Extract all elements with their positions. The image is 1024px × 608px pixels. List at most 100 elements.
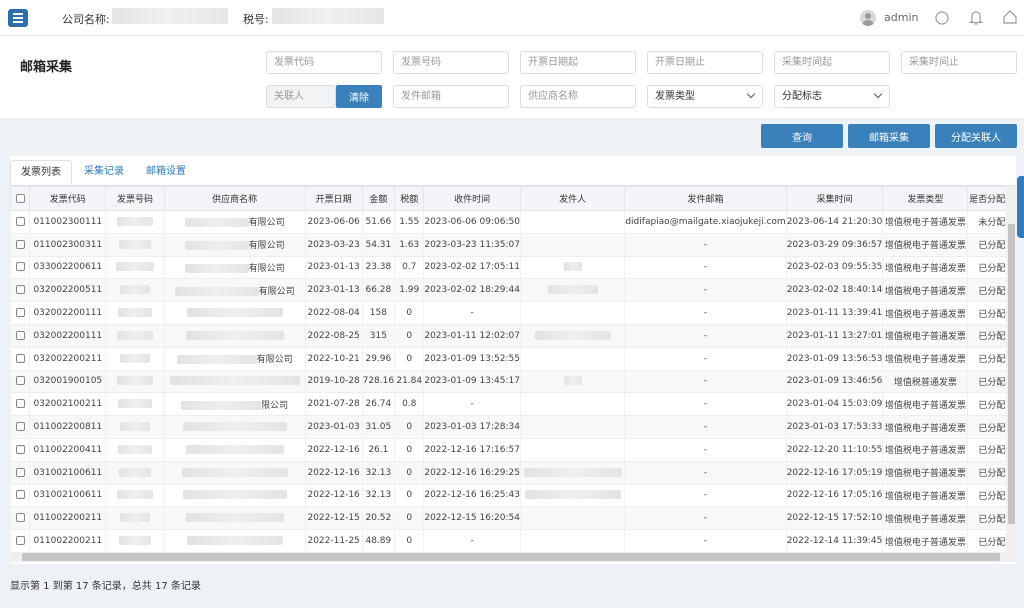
- col-header[interactable]: 金额: [361, 186, 396, 211]
- issue-date-to-input[interactable]: 开票日期止: [647, 51, 763, 74]
- assign-flag-select[interactable]: 分配标志: [774, 85, 890, 108]
- query-button[interactable]: 查询: [761, 124, 843, 148]
- table-row[interactable]: 031002100611 2022-12-16 32.13 0 2022-12-16 1…: [9, 461, 1016, 485]
- row-checkbox[interactable]: [15, 353, 25, 363]
- col-header[interactable]: 开票日期: [304, 186, 363, 211]
- sender-email-input[interactable]: 发件邮箱: [393, 85, 509, 108]
- row-checkbox[interactable]: [15, 330, 25, 340]
- row-select-cell: [9, 529, 30, 553]
- table-row[interactable]: 032002100211 限公司 2021-07-28 26.74 0.8- -2023-…: [9, 392, 1016, 417]
- collect-time-cell: 2023-01-11 13:27:01: [785, 324, 883, 348]
- table-row[interactable]: 011002200211 2022-11-25 48.89 0- -2022-12-14…: [9, 529, 1016, 553]
- table-row[interactable]: 011002200811 2023-01-03 31.05 0 2023-01-03 1…: [9, 415, 1016, 439]
- row-checkbox[interactable]: [15, 422, 25, 432]
- home-icon[interactable]: [1002, 9, 1018, 25]
- amount-cell: 54.31: [361, 233, 395, 257]
- table-row[interactable]: 032002200111 2022-08-04 158 0- -2023-01-11 1…: [9, 301, 1016, 325]
- assign-contact-button[interactable]: 分配关联人: [935, 124, 1017, 148]
- redacted-value: [118, 308, 152, 318]
- tax-cell: 0: [394, 438, 424, 462]
- row-checkbox[interactable]: [15, 308, 25, 318]
- row-checkbox[interactable]: [15, 285, 25, 295]
- invoice-type-select[interactable]: 发票类型: [647, 85, 763, 108]
- table-row[interactable]: 033002200611 有限公司 2023-01-13 23.38 0.7 2023-0…: [9, 256, 1016, 280]
- row-checkbox[interactable]: [15, 536, 25, 546]
- col-header[interactable]: 采集时间: [785, 186, 884, 211]
- bell-icon[interactable]: [968, 9, 984, 26]
- row-checkbox[interactable]: [15, 444, 25, 454]
- invoice-table: 发票代码 发票号码 供应商名称 开票日期 金额 税额 收件时间 发件人 发件邮箱…: [9, 186, 1016, 553]
- received-time-cell: -: [423, 392, 521, 417]
- row-checkbox[interactable]: [15, 239, 25, 249]
- redacted-value: [119, 239, 151, 249]
- row-select-cell: [9, 301, 30, 325]
- redacted-value: [181, 467, 288, 477]
- invoice-type-cell: 增值税电子普通发票: [882, 392, 968, 417]
- col-header[interactable]: 收件时间: [423, 186, 521, 211]
- table-row[interactable]: 011002300111 有限公司 2023-06-06 51.66 1.55 2023-…: [9, 210, 1016, 234]
- assign-flag-value: 分配标志: [782, 91, 822, 102]
- horizontal-scroll-thumb[interactable]: [22, 553, 1000, 561]
- amount-cell: 26.74: [361, 392, 395, 417]
- contact-input[interactable]: 关联人: [266, 85, 336, 108]
- issue-date-cell: 2023-01-13: [304, 256, 363, 280]
- row-checkbox[interactable]: [15, 467, 25, 477]
- col-header[interactable]: 发件人: [519, 186, 626, 211]
- received-time-cell: 2023-02-02 18:29:44: [423, 278, 521, 303]
- table-row[interactable]: 032002200211 有限公司 2022-10-21 29.96 0 2023-01-…: [9, 347, 1016, 371]
- amount-cell: 26.1: [361, 438, 395, 462]
- select-all-checkbox[interactable]: [15, 193, 25, 203]
- invoice-code-input[interactable]: 发票代码: [266, 51, 382, 74]
- username[interactable]: admin: [884, 11, 918, 24]
- received-time-cell: 2022-12-16 16:25:43: [423, 484, 521, 508]
- table-row[interactable]: 032001900105 2019-10-28 728.16 21.84 2023-01…: [9, 370, 1016, 394]
- redacted-value: [118, 399, 152, 409]
- clear-button[interactable]: 清除: [336, 85, 382, 108]
- table-row[interactable]: 032002200111 2022-08-25 315 0 2023-01-11 12:…: [9, 324, 1016, 348]
- supplier-cell: [163, 529, 306, 553]
- supplier-name-input[interactable]: 供应商名称: [520, 85, 636, 108]
- tab-email-settings[interactable]: 邮箱设置: [136, 160, 196, 186]
- collect-time-to-input[interactable]: 采集时间止: [901, 51, 1017, 74]
- col-header[interactable]: 税额: [394, 186, 425, 211]
- table-row[interactable]: 032002200511 有限公司 2023-01-13 66.28 1.99 2023-…: [9, 278, 1016, 303]
- table-row[interactable]: 011002200411 2022-12-16 26.1 0 2022-12-16 17…: [9, 438, 1016, 462]
- table-row[interactable]: 011002300311 有限公司 2023-03-23 54.31 1.63 2023-…: [9, 233, 1016, 257]
- supplier-cell: [163, 301, 306, 325]
- issue-date-from-input[interactable]: 开票日期起: [520, 51, 636, 74]
- row-checkbox[interactable]: [15, 513, 25, 523]
- invoice-card: 发票列表 采集记录 邮箱设置 发票代码 发票号码 供应商名称 开票日期 金额 税…: [9, 156, 1016, 564]
- col-header[interactable]: 发票代码: [29, 186, 107, 211]
- avatar[interactable]: [860, 10, 876, 26]
- invoice-number-input[interactable]: 发票号码: [393, 51, 509, 74]
- row-checkbox[interactable]: [15, 399, 25, 409]
- side-collapse-handle[interactable]: [1017, 176, 1024, 238]
- invoice-number-cell: [105, 438, 165, 462]
- col-header[interactable]: 供应商名称: [163, 186, 306, 211]
- menu-toggle-button[interactable]: [8, 9, 28, 27]
- col-header[interactable]: 发票类型: [882, 186, 969, 211]
- col-header[interactable]: 发票号码: [105, 186, 165, 211]
- tab-invoice-list[interactable]: 发票列表: [10, 160, 72, 186]
- tax-cell: 1.99: [394, 278, 424, 303]
- row-checkbox[interactable]: [15, 262, 25, 272]
- tab-collect-records[interactable]: 采集记录: [74, 160, 134, 186]
- collect-time-cell: 2023-02-02 18:40:14: [785, 278, 883, 303]
- table-row[interactable]: 031002100611 2022-12-16 32.13 0 2022-12-16 1…: [9, 484, 1016, 508]
- vertical-scroll-thumb[interactable]: [1008, 224, 1015, 524]
- row-checkbox[interactable]: [15, 216, 25, 226]
- email-collect-button[interactable]: 邮箱采集: [848, 124, 930, 148]
- row-checkbox[interactable]: [15, 376, 25, 386]
- redacted-value: [563, 262, 582, 272]
- col-header[interactable]: 发件邮箱: [624, 186, 787, 211]
- invoice-type-cell: 增值税电子普通发票: [882, 461, 968, 485]
- supplier-cell: 有限公司: [163, 233, 306, 257]
- vertical-scrollbar[interactable]: [1006, 186, 1016, 552]
- smile-icon[interactable]: [934, 10, 950, 26]
- row-checkbox[interactable]: [15, 490, 25, 500]
- invoice-type-cell: 增值税电子普通发票: [882, 529, 968, 553]
- collect-time-from-input[interactable]: 采集时间起: [774, 51, 890, 74]
- received-time-cell: -: [423, 529, 521, 553]
- table-row[interactable]: 011002200211 2022-12-15 20.52 0 2022-12-15 1…: [9, 506, 1016, 531]
- horizontal-scrollbar[interactable]: [10, 552, 1016, 562]
